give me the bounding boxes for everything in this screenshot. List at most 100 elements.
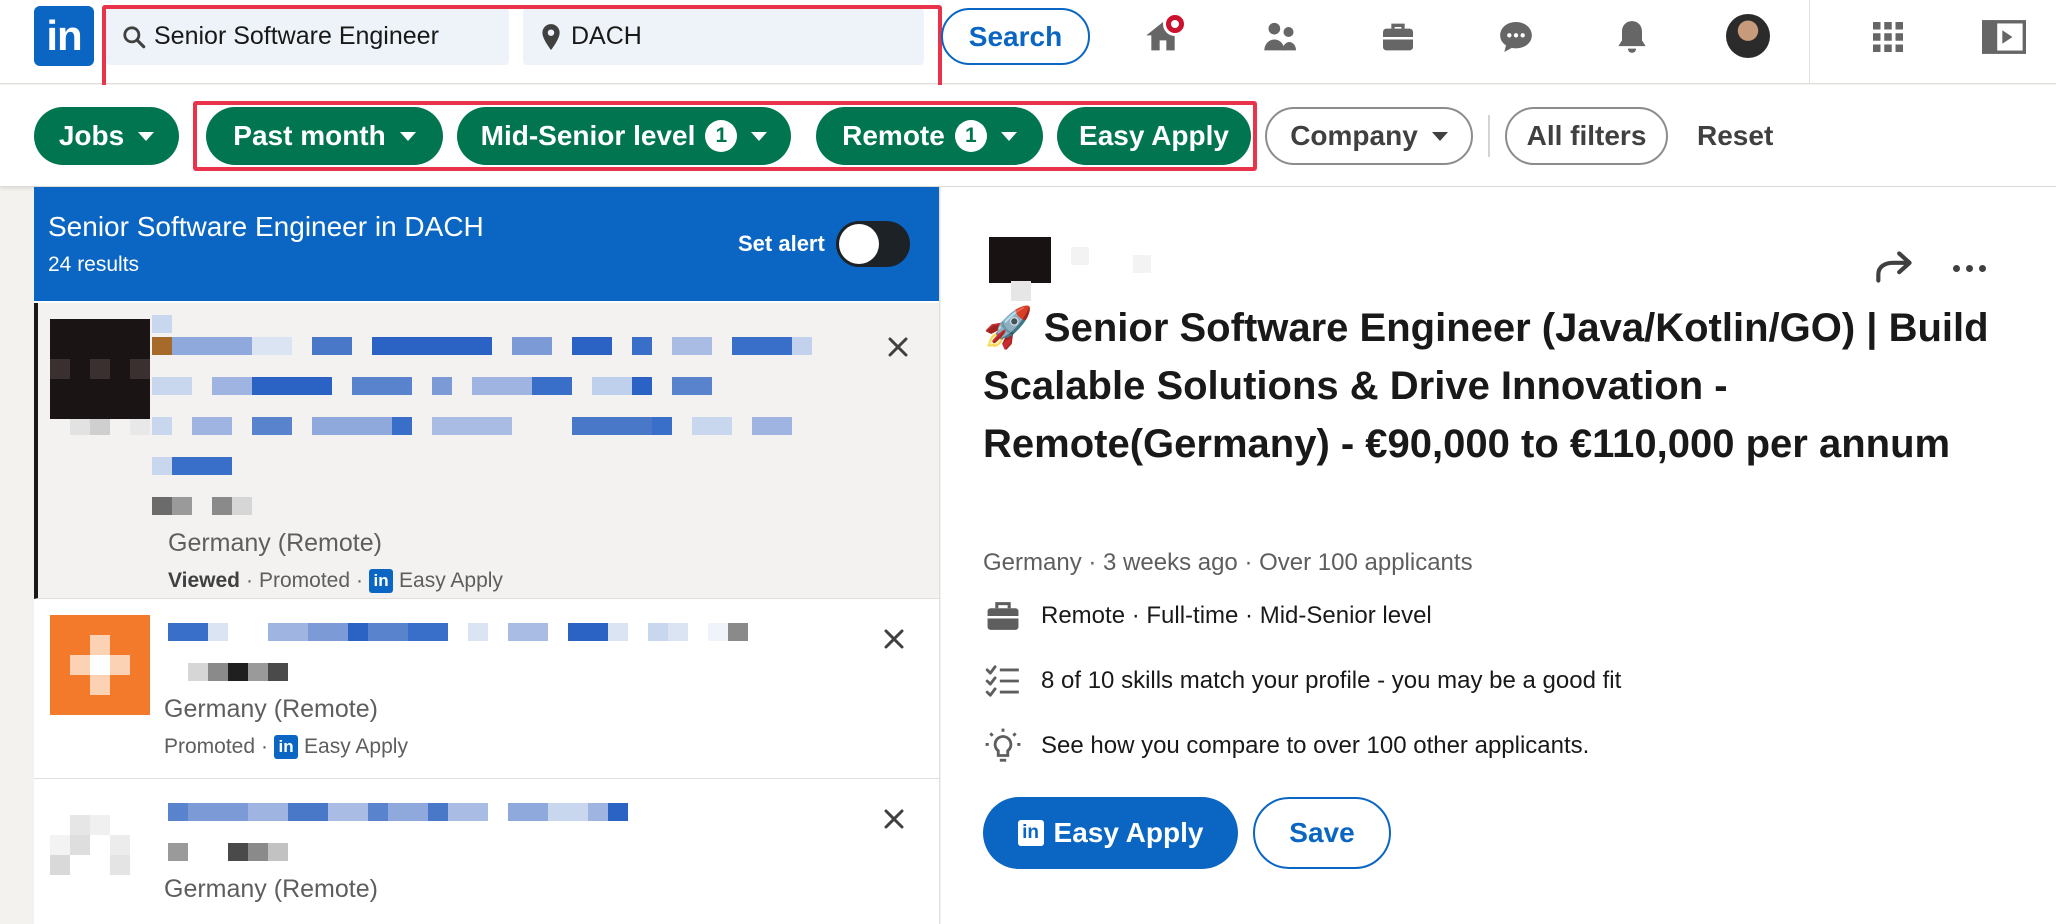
search-filters-bar: Jobs Past month Mid-Senior level 1 Remot…	[0, 85, 2056, 187]
jobs-icon[interactable]	[1370, 12, 1426, 62]
dismiss-job-button[interactable]	[878, 623, 910, 655]
redacted-pixel	[1071, 247, 1089, 265]
viewed-label: Viewed	[168, 569, 240, 592]
job-title: 🚀 Senior Software Engineer (Java/Kotlin/…	[983, 306, 1989, 466]
remote-count-badge: 1	[954, 120, 987, 152]
job-results-list[interactable]: Senior Software Engineer in DACH 24 resu…	[34, 187, 940, 924]
home-icon[interactable]	[1135, 12, 1191, 62]
job-insight-workplace: Remote · Full-time · Mid-Senior level	[983, 594, 1432, 638]
reset-filters-button[interactable]: Reset	[1697, 107, 1773, 165]
nav-divider	[1809, 0, 1810, 84]
all-filters-label: All filters	[1526, 120, 1647, 151]
job-card[interactable]: Germany (Remote)	[34, 779, 939, 924]
search-button[interactable]: Search	[941, 8, 1090, 65]
location-search-input[interactable]: DACH	[523, 8, 924, 65]
close-icon	[884, 809, 904, 829]
results-count: 24 results	[48, 253, 140, 276]
messaging-icon[interactable]	[1488, 12, 1544, 62]
job-location: Germany (Remote)	[164, 875, 378, 903]
date-posted-label: Past month	[233, 120, 386, 151]
jobs-filter-label: Jobs	[58, 120, 125, 151]
close-icon	[884, 629, 904, 649]
experience-count-badge: 1	[705, 120, 738, 152]
company-name-redacted	[1011, 281, 1031, 301]
set-alert-label: Set alert	[738, 231, 825, 256]
job-subtitle: Germany · 3 weeks ago · Over 100 applica…	[983, 549, 1473, 576]
dismiss-job-button[interactable]	[882, 331, 914, 363]
separator: ·	[261, 735, 269, 758]
global-nav: in Senior Software Engineer DACH Search	[0, 0, 2056, 91]
close-icon	[888, 337, 908, 357]
easy-apply-button[interactable]: in Easy Apply	[983, 797, 1238, 869]
promoted-label: Promoted	[258, 569, 351, 592]
location-pin-icon	[531, 23, 571, 51]
experience-label: Mid-Senior level	[480, 120, 696, 151]
redacted-pixel	[1133, 255, 1151, 273]
notifications-icon[interactable]	[1604, 12, 1660, 62]
toggle-knob	[839, 224, 879, 264]
linkedin-mini-icon: in	[1017, 820, 1044, 846]
easy-apply-label: Easy Apply	[304, 735, 408, 758]
keyword-search-input[interactable]: Senior Software Engineer	[106, 8, 509, 65]
skills-match-text: 8 of 10 skills match your profile - you …	[1041, 667, 1622, 694]
learning-icon[interactable]	[1976, 12, 2032, 62]
company-logo-redacted[interactable]	[989, 237, 1051, 283]
save-job-button[interactable]: Save	[1253, 797, 1391, 869]
jobs-filter-pill[interactable]: Jobs	[34, 107, 179, 165]
more-dot-icon	[1965, 264, 1973, 272]
results-title: Senior Software Engineer in DACH	[48, 211, 484, 242]
chevron-down-icon	[751, 131, 768, 141]
easy-apply-label: Easy Apply	[399, 569, 503, 592]
share-button[interactable]	[1870, 243, 1920, 293]
more-options-button[interactable]	[1944, 243, 1994, 293]
set-alert-toggle[interactable]	[836, 221, 910, 267]
more-dot-icon	[1952, 264, 1960, 272]
job-location: Germany (Remote)	[164, 695, 378, 723]
compare-applicants-text: See how you compare to over 100 other ap…	[1041, 732, 1590, 759]
remote-filter-pill[interactable]: Remote 1	[816, 107, 1043, 165]
dismiss-job-button[interactable]	[878, 803, 910, 835]
chevron-down-icon	[138, 131, 155, 141]
job-location: Germany (Remote)	[168, 529, 382, 557]
workplace-text: Remote · Full-time · Mid-Senior level	[1041, 602, 1432, 629]
search-icon	[114, 24, 154, 50]
company-logo	[50, 795, 150, 895]
separator: ·	[356, 569, 364, 592]
grid-apps-icon[interactable]	[1860, 12, 1916, 62]
job-insight-compare: See how you compare to over 100 other ap…	[983, 724, 1589, 768]
linkedin-mini-icon: in	[369, 569, 394, 593]
linkedin-mini-icon: in	[274, 735, 299, 759]
results-header: Senior Software Engineer in DACH 24 resu…	[34, 187, 939, 301]
remote-label: Remote	[842, 120, 945, 151]
job-card[interactable]: Germany (Remote) Promoted · in Easy Appl…	[34, 599, 939, 779]
chevron-down-icon	[399, 131, 416, 141]
more-dot-icon	[1978, 264, 1986, 272]
profile-avatar[interactable]	[1726, 14, 1770, 58]
linkedin-logo[interactable]: in	[34, 6, 94, 66]
company-logo	[50, 319, 150, 435]
easy-apply-filter-pill[interactable]: Easy Apply	[1057, 107, 1251, 165]
easy-apply-button-label: Easy Apply	[1053, 817, 1204, 848]
chevron-down-icon	[1431, 131, 1448, 141]
share-icon	[1876, 251, 1912, 283]
company-filter-pill[interactable]: Company	[1265, 107, 1473, 165]
experience-filter-pill[interactable]: Mid-Senior level 1	[457, 107, 791, 165]
company-logo	[50, 615, 150, 715]
job-insight-skills: 8 of 10 skills match your profile - you …	[983, 659, 1621, 703]
job-card[interactable]: Germany (Remote) Viewed · Promoted · in …	[34, 303, 939, 599]
briefcase-icon	[983, 596, 1023, 636]
filter-divider	[1488, 115, 1490, 157]
location-search-value: DACH	[571, 22, 642, 50]
company-filter-label: Company	[1290, 120, 1418, 151]
keyword-search-value: Senior Software Engineer	[154, 22, 439, 50]
all-filters-button[interactable]: All filters	[1505, 107, 1668, 165]
lightbulb-icon	[983, 726, 1023, 766]
separator: ·	[245, 569, 253, 592]
job-details-pane: 🚀 Senior Software Engineer (Java/Kotlin/…	[941, 187, 2056, 924]
my-network-icon[interactable]	[1253, 12, 1309, 62]
job-card-footer: Viewed · Promoted · in Easy Apply	[168, 569, 503, 593]
date-posted-filter-pill[interactable]: Past month	[206, 107, 443, 165]
job-card-footer: Promoted · in Easy Apply	[164, 735, 408, 759]
promoted-label: Promoted	[164, 735, 256, 758]
notification-badge	[1163, 12, 1187, 36]
